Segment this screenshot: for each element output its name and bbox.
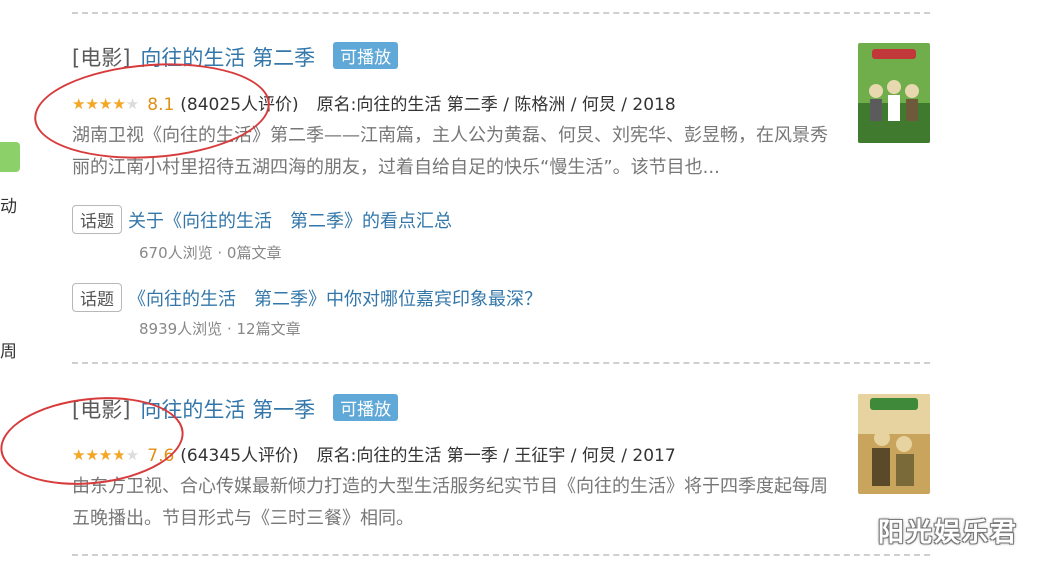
poster-image[interactable] bbox=[858, 43, 930, 143]
topic-meta: 670人浏览 · 0篇文章 bbox=[139, 244, 282, 262]
topic-badge: 话题 bbox=[72, 283, 122, 312]
topic-link[interactable]: 《向往的生活 第二季》中你对哪位嘉宾印象最深？ bbox=[128, 289, 542, 310]
result-description: 由东方卫视、合心传媒最新倾力打造的大型生活服务纪实节目《向往的生活》将于四季度起… bbox=[72, 476, 828, 529]
playable-badge[interactable]: 可播放 bbox=[333, 394, 399, 421]
topic-item: 话题 关于《向往的生活 第二季》的看点汇总 bbox=[72, 205, 452, 234]
topic-link[interactable]: 关于《向往的生活 第二季》的看点汇总 bbox=[128, 211, 452, 232]
watermark-text: 阳光娱乐君 bbox=[878, 518, 1019, 548]
rating-votes: (64345人评价) bbox=[180, 446, 299, 466]
sidebar-green-tab[interactable] bbox=[0, 142, 20, 172]
poster-thumbnail-icon bbox=[858, 394, 930, 494]
sidebar-text-fragment: 动 bbox=[0, 197, 17, 217]
topic-meta: 8939人浏览 · 12篇文章 bbox=[139, 320, 301, 338]
divider bbox=[72, 554, 930, 556]
topic-badge: 话题 bbox=[72, 205, 122, 234]
playable-badge[interactable]: 可播放 bbox=[333, 42, 399, 69]
original-info: 原名:向往的生活 第一季 / 王征宇 / 何炅 / 2017 bbox=[316, 446, 676, 466]
original-info: 原名:向往的生活 第二季 / 陈格洲 / 何炅 / 2018 bbox=[316, 95, 676, 115]
divider bbox=[72, 12, 930, 14]
poster-thumbnail-icon bbox=[858, 43, 930, 143]
poster-image[interactable] bbox=[858, 394, 930, 494]
sidebar-text-fragment: 周 bbox=[0, 342, 17, 362]
divider bbox=[72, 362, 930, 364]
topic-item: 话题 《向往的生活 第二季》中你对哪位嘉宾印象最深？ bbox=[72, 283, 542, 312]
